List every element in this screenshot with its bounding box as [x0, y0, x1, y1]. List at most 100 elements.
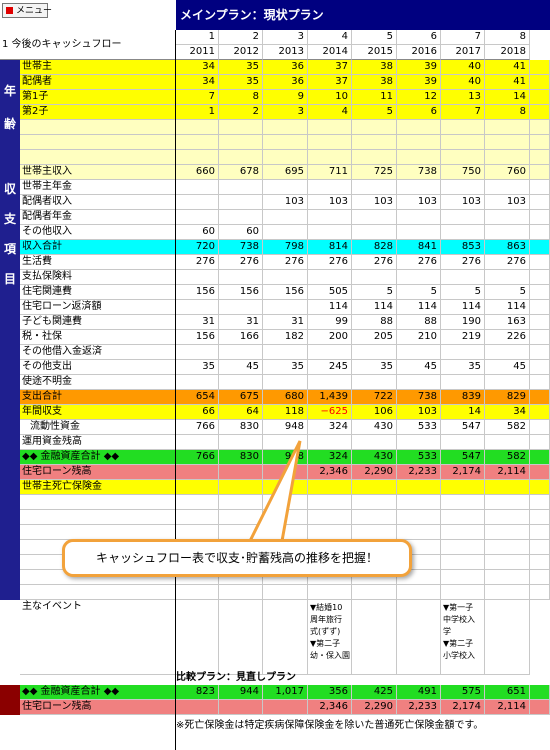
row-value: 695	[263, 165, 308, 180]
event-text-2017: ▼第一子 中学校入学 ▼第二子 小学校入	[443, 602, 475, 662]
row-label	[20, 510, 176, 525]
row-value	[441, 120, 485, 135]
row-value	[308, 180, 352, 195]
cashflow-row: 世帯主年金	[0, 180, 550, 195]
row-value	[263, 120, 308, 135]
row-value: 12	[397, 90, 441, 105]
row-value	[263, 480, 308, 495]
row-value	[441, 555, 485, 570]
row-value	[219, 270, 263, 285]
event-line: 小学校入	[443, 651, 475, 660]
row-value	[485, 480, 530, 495]
row-value	[352, 120, 397, 135]
compare-row: ◆◆ 金融資産合計 ◆◆ 823 944 1,017 356 425 491 575 651	[0, 685, 550, 700]
empty-row	[0, 585, 550, 600]
row-value: 853	[441, 240, 485, 255]
row-value	[263, 180, 308, 195]
row-edge	[530, 345, 550, 360]
row-value: 828	[352, 240, 397, 255]
row-value	[397, 120, 441, 135]
row-value: 103	[397, 405, 441, 420]
row-value	[176, 270, 219, 285]
row-value: 798	[263, 240, 308, 255]
row-value	[308, 150, 352, 165]
row-value: 35	[176, 360, 219, 375]
row-value	[176, 150, 219, 165]
row-value	[397, 135, 441, 150]
row-value: 11	[352, 90, 397, 105]
row-value	[485, 585, 530, 600]
row-value: 814	[308, 240, 352, 255]
row-label: 配偶者収入	[20, 195, 176, 210]
row-value	[263, 525, 308, 540]
row-value: 830	[219, 420, 263, 435]
row-value: 37	[308, 75, 352, 90]
row-value: 863	[485, 240, 530, 255]
row-value: 38	[352, 75, 397, 90]
row-value: 88	[352, 315, 397, 330]
row-value: 276	[219, 255, 263, 270]
row-value: 750	[441, 165, 485, 180]
compare-row: 住宅ローン残高 2,346 2,290 2,233 2,174 2,114	[0, 700, 550, 715]
row-edge	[530, 480, 550, 495]
row-value	[441, 495, 485, 510]
row-value: 99	[308, 315, 352, 330]
row-value	[352, 150, 397, 165]
row-value	[352, 180, 397, 195]
row-value: 40	[441, 75, 485, 90]
row-value	[308, 585, 352, 600]
row-value	[485, 135, 530, 150]
row-value	[397, 525, 441, 540]
row-value: 36	[263, 60, 308, 75]
row-value: 14	[485, 90, 530, 105]
cashflow-row: 年間収支 66 64 118 −625 106 103 14 34	[0, 405, 550, 420]
row-value	[397, 150, 441, 165]
row-value: 760	[485, 165, 530, 180]
row-value	[308, 495, 352, 510]
row-value: 6	[397, 105, 441, 120]
row-edge	[530, 315, 550, 330]
row-value	[352, 375, 397, 390]
row-value: 34	[176, 60, 219, 75]
row-label: 配偶者年金	[20, 210, 176, 225]
row-value: 31	[263, 315, 308, 330]
row-value	[397, 225, 441, 240]
row-value	[485, 525, 530, 540]
row-value: 738	[397, 165, 441, 180]
row-value: 156	[263, 285, 308, 300]
row-edge	[530, 390, 550, 405]
row-value: 2,233	[397, 465, 441, 480]
cashflow-row: 支出合計 654 675 680 1,439 722 738 839 829	[0, 390, 550, 405]
menu-button[interactable]: メニュー	[2, 3, 52, 18]
events-row: 主なイベント ▼結婚10 周年旅行 式(ずず) ▼第二子 幼・保入園 ▼第一子 中学校入学 ▼第…	[0, 600, 550, 675]
cashflow-row: その他収入 60 60	[0, 225, 550, 240]
row-value: 37	[308, 60, 352, 75]
row-value: 35	[219, 75, 263, 90]
row-value	[352, 135, 397, 150]
row-edge	[530, 525, 550, 540]
column-index: 7	[441, 30, 485, 45]
row-value: 45	[485, 360, 530, 375]
row-value	[441, 435, 485, 450]
row-value: 60	[219, 225, 263, 240]
row-value: 14	[441, 405, 485, 420]
compare-title-row: 比較プラン：見直しプラン	[0, 671, 550, 686]
row-value: 582	[485, 420, 530, 435]
row-value	[176, 510, 219, 525]
event-line: 中学校入	[443, 615, 475, 624]
row-value: 114	[441, 300, 485, 315]
row-value: 7	[441, 105, 485, 120]
row-value	[219, 480, 263, 495]
row-value: 660	[176, 165, 219, 180]
row-value	[308, 270, 352, 285]
row-value	[263, 465, 308, 480]
row-value: 103	[308, 195, 352, 210]
side-char: 齢	[4, 117, 17, 131]
column-index: 8	[485, 30, 530, 45]
row-value	[219, 700, 263, 715]
header-index-row: 1 今後のキャッシュフロー 1 2 3 4 5 6 7 8	[0, 30, 550, 60]
cashflow-row: 収入合計 720 738 798 814 828 841 853 863	[0, 240, 550, 255]
column-year: 2013	[263, 45, 308, 60]
row-edge	[530, 255, 550, 270]
row-value	[219, 300, 263, 315]
